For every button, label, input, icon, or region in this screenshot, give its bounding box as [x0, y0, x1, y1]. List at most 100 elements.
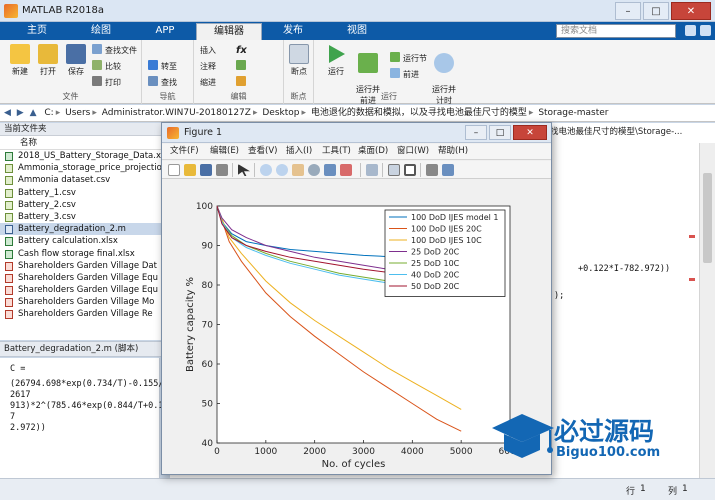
file-list-item[interactable]: Shareholders Garden Village Dat	[0, 260, 169, 272]
figure-close-button[interactable]: ✕	[513, 125, 547, 140]
tab-view[interactable]: 视图	[324, 23, 390, 40]
advance-button[interactable]: 前进	[390, 68, 419, 81]
breadcrumb-storage[interactable]: Storage-master	[538, 108, 608, 118]
run-section-button[interactable]: 运行节	[390, 52, 427, 65]
csv-file-icon	[5, 200, 13, 210]
save-button[interactable]: 保存	[62, 44, 90, 77]
name-column-header[interactable]: 名称	[0, 136, 169, 150]
indent-button[interactable]: 缩进	[200, 76, 216, 89]
breadcrumb-project[interactable]: 电池退化的数据和模拟，以及寻找电池最佳尺寸的模型	[311, 108, 527, 118]
zoom-out-icon[interactable]	[276, 164, 288, 176]
file-list-item[interactable]: Battery_1.csv	[0, 187, 169, 199]
close-button[interactable]: ✕	[671, 2, 711, 20]
open-file-icon[interactable]	[184, 164, 196, 176]
x-tick-label: 4000	[401, 447, 424, 457]
zoom-in-icon[interactable]	[260, 164, 272, 176]
insert-function-button[interactable]: fx	[236, 44, 247, 57]
tab-apps[interactable]: APP	[132, 23, 198, 40]
indent-icon-button[interactable]	[236, 76, 249, 89]
run-time-clock-icon	[434, 53, 454, 73]
y-axis-label: Battery capacity %	[185, 277, 196, 372]
file-list-item[interactable]: Battery_degradation_2.m	[0, 223, 169, 236]
breakpoints-button[interactable]: 断点	[285, 44, 313, 77]
save-figure-icon[interactable]	[200, 164, 212, 176]
help-icon[interactable]	[685, 25, 696, 36]
figure-minimize-button[interactable]: –	[465, 125, 487, 140]
error-marker-icon[interactable]	[689, 278, 695, 281]
menu-view[interactable]: 查看(V)	[248, 144, 277, 159]
csv-file-icon	[5, 164, 13, 174]
menu-insert[interactable]: 插入(I)	[286, 144, 312, 159]
breadcrumb-admin[interactable]: Administrator.WIN7U-20180127Z	[102, 108, 251, 118]
path-bar[interactable]: ◀ ▶ ▲ C: ▸ Users ▸ Administrator.WIN7U-201…	[0, 105, 715, 122]
breadcrumb-users[interactable]: Users	[65, 108, 90, 118]
new-figure-icon[interactable]	[168, 164, 180, 176]
scrollbar-thumb[interactable]	[703, 173, 712, 263]
find-files-button[interactable]: 查找文件	[92, 44, 137, 57]
colorbar-icon[interactable]	[388, 164, 400, 176]
error-marker-icon[interactable]	[689, 235, 695, 238]
file-list-item[interactable]: Shareholders Garden Village Equ	[0, 272, 169, 284]
legend-icon[interactable]	[404, 164, 416, 176]
file-name: Shareholders Garden Village Re	[18, 309, 153, 320]
brush-icon[interactable]	[340, 164, 352, 176]
link-plot-icon[interactable]	[366, 164, 378, 176]
file-list-item[interactable]: Ammonia_storage_price_projection	[0, 162, 169, 174]
maximize-button[interactable]: □	[643, 2, 669, 20]
file-list-item[interactable]: Ammonia dataset.csv	[0, 174, 169, 186]
ribbon-quick-icons	[685, 25, 711, 36]
watermark-url: Biguo100.com	[556, 445, 661, 460]
file-list-item[interactable]: Battery_2.csv	[0, 199, 169, 211]
data-cursor-icon[interactable]	[324, 164, 336, 176]
y-tick-label: 90	[202, 242, 214, 252]
command-line: 2.972))	[10, 423, 46, 433]
menu-tools[interactable]: 工具(T)	[322, 144, 351, 159]
menu-window[interactable]: 窗口(W)	[397, 144, 429, 159]
rotate-3d-icon[interactable]	[308, 164, 320, 176]
print-figure-icon[interactable]	[216, 164, 228, 176]
menu-edit[interactable]: 编辑(E)	[210, 144, 239, 159]
search-docs-input[interactable]: 搜索文档	[556, 24, 676, 38]
file-list-item[interactable]: Shareholders Garden Village Re	[0, 308, 169, 320]
file-list-item[interactable]: 2018_US_Battery_Storage_Data.xlsx	[0, 150, 169, 162]
run-button[interactable]: 运行	[322, 44, 350, 77]
file-list-item[interactable]: Battery calculation.xlsx	[0, 235, 169, 247]
file-name: Battery_degradation_2.m	[18, 224, 126, 235]
comment-percent-button[interactable]	[236, 60, 249, 73]
file-list-item[interactable]: Cash flow storage final.xlsx	[0, 248, 169, 260]
tab-publish[interactable]: 发布	[260, 23, 326, 40]
breadcrumb-drive[interactable]: C:	[44, 108, 53, 118]
tab-plots[interactable]: 绘图	[68, 23, 134, 40]
figure-maximize-button[interactable]: □	[489, 125, 511, 140]
row-label: 行	[626, 487, 636, 497]
compare-button[interactable]: 比较	[92, 60, 121, 73]
show-plot-tools-icon[interactable]	[442, 164, 454, 176]
new-button[interactable]: 新建	[6, 44, 34, 77]
pointer-icon[interactable]	[238, 164, 250, 176]
breadcrumb-desktop[interactable]: Desktop	[262, 108, 299, 118]
find-button[interactable]: 查找	[148, 76, 177, 89]
pan-hand-icon[interactable]	[292, 164, 304, 176]
minimize-button[interactable]: –	[615, 2, 641, 20]
menu-help[interactable]: 帮助(H)	[438, 144, 468, 159]
insert-button[interactable]: 插入	[200, 44, 216, 57]
tab-home[interactable]: 主页	[4, 23, 70, 40]
open-button[interactable]: 打开	[34, 44, 62, 77]
back-arrow-icon[interactable]: ◀	[4, 108, 11, 118]
file-name: Battery_3.csv	[18, 211, 76, 222]
file-list-item[interactable]: Battery_3.csv	[0, 211, 169, 223]
hide-plot-tools-icon[interactable]	[426, 164, 438, 176]
file-list-item[interactable]: Shareholders Garden Village Equ	[0, 284, 169, 296]
up-folder-icon[interactable]: ▲	[30, 108, 37, 118]
figure-title-bar[interactable]: Figure 1 – □ ✕	[162, 123, 551, 143]
print-button[interactable]: 打印	[92, 76, 121, 89]
goto-button[interactable]: 转至	[148, 60, 177, 73]
tab-editor[interactable]: 编辑器	[196, 23, 262, 40]
menu-file[interactable]: 文件(F)	[170, 144, 199, 159]
menu-desktop[interactable]: 桌面(D)	[358, 144, 388, 159]
file-list-item[interactable]: Shareholders Garden Village Mo	[0, 296, 169, 308]
command-window[interactable]: C = (26794.698*exp(0.734/T)-0.155/I-2617…	[0, 358, 189, 478]
comment-button[interactable]: 注释	[200, 60, 216, 73]
collapse-ribbon-icon[interactable]	[700, 25, 711, 36]
forward-arrow-icon[interactable]: ▶	[17, 108, 24, 118]
